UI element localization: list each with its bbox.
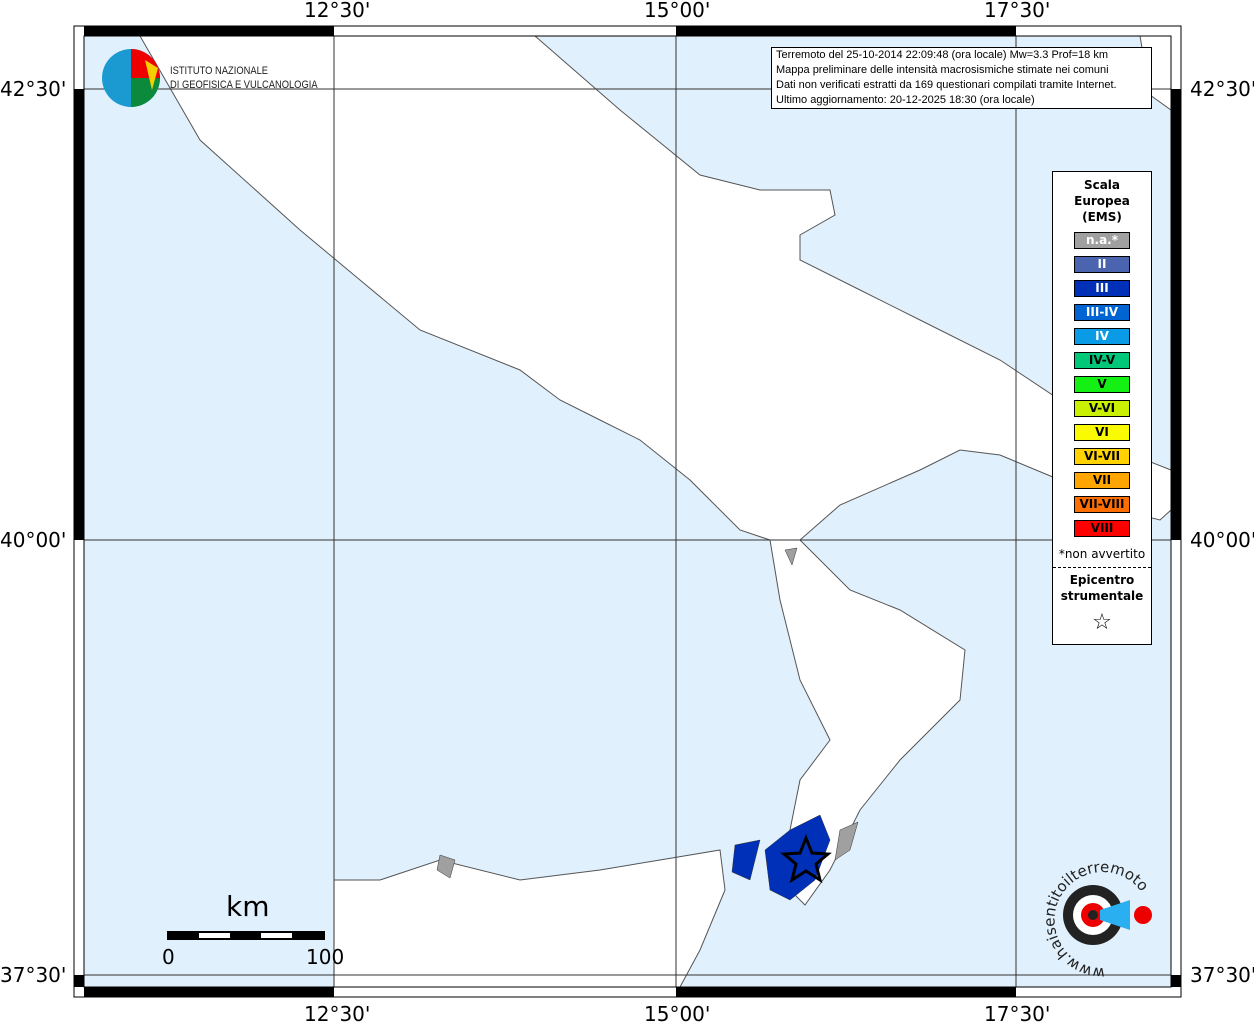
lon-label-top: 12°30' xyxy=(304,0,371,22)
legend: Scala Europea (EMS) n.a.* II III III-IV IV IV-V… xyxy=(1052,171,1152,645)
lat-label-right: 42°30' xyxy=(1190,77,1254,101)
legend-swatch: VII-VIII xyxy=(1074,496,1130,513)
legend-swatch: IV xyxy=(1074,328,1130,345)
lon-label-bottom: 15°00' xyxy=(644,1002,711,1026)
legend-swatch: III xyxy=(1074,280,1130,297)
legend-swatch: n.a.* xyxy=(1074,232,1130,249)
lon-label-bottom: 17°30' xyxy=(984,1002,1051,1026)
legend-swatch: V xyxy=(1074,376,1130,393)
scale-unit: km xyxy=(226,890,270,923)
lon-label-bottom: 12°30' xyxy=(304,1002,371,1026)
lat-label-right: 37°30' xyxy=(1190,963,1254,987)
legend-swatch: IV-V xyxy=(1074,352,1130,369)
legend-swatch: V-VI xyxy=(1074,400,1130,417)
lon-label-top: 17°30' xyxy=(984,0,1051,22)
lon-label-top: 15°00' xyxy=(644,0,711,22)
legend-swatch: VII xyxy=(1074,472,1130,489)
legend-note: *non avvertito xyxy=(1058,547,1146,561)
lat-label-left: 37°30' xyxy=(0,963,67,987)
scale-bar xyxy=(167,931,325,940)
legend-swatch: VI-VII xyxy=(1074,448,1130,465)
star-icon: ☆ xyxy=(1092,610,1112,635)
legend-epicenter: Epicentro strumentale xyxy=(1060,573,1144,603)
info-box: Terremoto del 25-10-2014 22:09:48 (ora l… xyxy=(771,47,1152,109)
ingv-logo-globe xyxy=(102,49,160,107)
lat-label-left: 42°30' xyxy=(0,77,67,101)
legend-title: Scala Europea (EMS) xyxy=(1074,178,1130,224)
ingv-logo-text: ISTITUTO NAZIONALE DI GEOFISICA E VULCANO… xyxy=(170,65,318,91)
legend-swatch: II xyxy=(1074,256,1130,273)
legend-swatch: VI xyxy=(1074,424,1130,441)
legend-swatch: III-IV xyxy=(1074,304,1130,321)
lat-label-left: 40°00' xyxy=(0,528,67,552)
scale-max: 100 xyxy=(306,945,345,969)
lat-label-right: 40°00' xyxy=(1190,528,1254,552)
scale-min: 0 xyxy=(162,945,175,969)
legend-swatch: VIII xyxy=(1074,520,1130,537)
